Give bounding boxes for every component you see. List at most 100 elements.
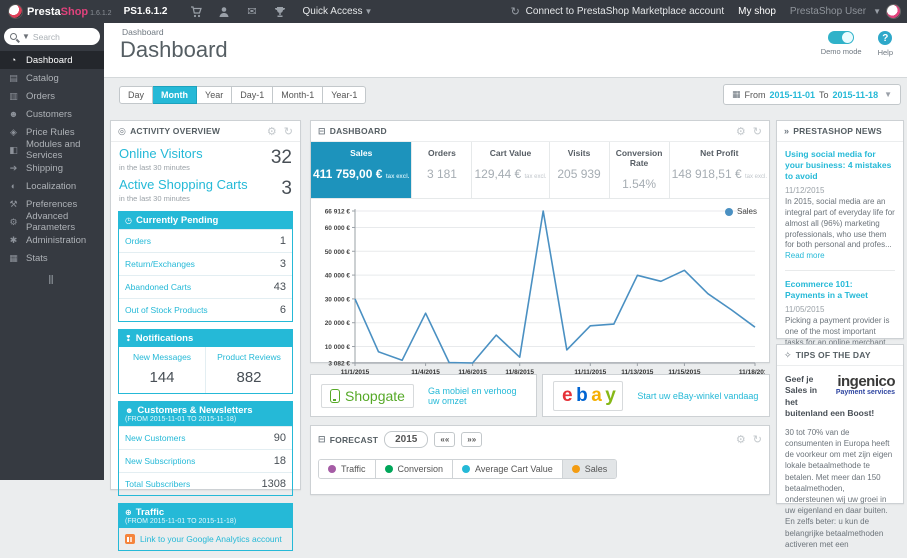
kpi-tile-cart-value[interactable]: Cart Value 129,44 € tax excl. [472, 142, 550, 198]
big-stat-link[interactable]: Online Visitors [119, 146, 203, 162]
range-button-day-1[interactable]: Day-1 [232, 86, 274, 104]
gear-icon[interactable]: ⚙ [736, 433, 746, 446]
topbar: PrestaShop 1.6.1.2 PS1.6.1.2 ✉ Quick Acce… [0, 0, 907, 23]
customers-icon: ☻ [8, 109, 19, 119]
range-button-year-1[interactable]: Year-1 [323, 86, 367, 104]
sidebar-search[interactable]: ▼ [4, 28, 100, 45]
kpi-tile-orders[interactable]: Orders 3 181 [412, 142, 473, 198]
new-messages-link[interactable]: New Messages [121, 352, 203, 362]
range-button-month-1[interactable]: Month-1 [273, 86, 324, 104]
prestashop-logo[interactable]: PrestaShop 1.6.1.2 PS1.6.1.2 [0, 4, 175, 19]
sidebar-item-orders[interactable]: ▥ Orders [0, 87, 104, 105]
forecast-metric-tabs: Traffic Conversion Average Cart Value Sales [318, 459, 618, 479]
ebay-link[interactable]: Start uw eBay-winkel vandaag [637, 391, 758, 401]
marketplace-connect-link[interactable]: ↻ Connect to PrestaShop Marketplace accou… [509, 5, 725, 18]
ebay-banner[interactable]: ebay Start uw eBay-winkel vandaag [542, 374, 770, 417]
kpi-label: Net Profit [700, 148, 739, 158]
forecast-tab-traffic[interactable]: Traffic [319, 460, 375, 478]
range-button-day[interactable]: Day [119, 86, 154, 104]
shopgate-banner[interactable]: Shopgate Ga mobiel en verhoog uw omzet [310, 374, 537, 417]
forecast-year-input[interactable]: 2015 [384, 431, 429, 448]
sidebar-item-catalog[interactable]: ▤ Catalog [0, 69, 104, 87]
envelope-icon[interactable]: ✉ [245, 5, 258, 18]
orders-icon: ▥ [9, 90, 18, 101]
globe-icon: ⊕ [125, 507, 132, 517]
sidebar-item-stats[interactable]: ▦ Stats [0, 249, 104, 267]
range-button-month[interactable]: Month [153, 86, 198, 104]
orders-value: 1 [279, 234, 286, 247]
refresh-icon[interactable]: ↻ [753, 433, 762, 446]
new-subscriptions-link[interactable]: New Subscriptions [125, 456, 195, 466]
kpi-tile-net-profit[interactable]: Net Profit 148 918,51 € tax excl. [670, 142, 769, 198]
forecast-tab-average-cart-value[interactable]: Average Cart Value [452, 460, 562, 478]
return-exchanges-link[interactable]: Return/Exchanges [125, 259, 195, 269]
refresh-icon[interactable]: ↻ [284, 125, 293, 138]
sidebar-item-localization[interactable]: ◐ Localization [0, 177, 104, 195]
abandoned-carts-link[interactable]: Abandoned Carts [125, 282, 191, 292]
article-title-link[interactable]: Using social media for your business: 4 … [785, 149, 895, 182]
new-customers-value: 90 [273, 431, 286, 444]
date-range-picker[interactable]: ▦ From 2015-11-01 To 2015-11-18 ▼ [722, 84, 901, 105]
article-title-link[interactable]: Ecommerce 101: Payments in a Tweet [785, 279, 895, 301]
toggle-icon[interactable] [828, 31, 855, 44]
person-icon[interactable] [217, 5, 230, 18]
gear-icon[interactable]: ⚙ [267, 125, 277, 138]
sidebar-item-modules-and-services[interactable]: ◧ Modules and Services [0, 139, 104, 161]
read-more-link[interactable]: Read more [785, 251, 825, 260]
sidebar-item-shipping[interactable]: ➔ Shipping [0, 159, 104, 177]
shop-version-label: PS1.6.1.2 [123, 6, 168, 17]
connect-icon: ↻ [510, 6, 520, 18]
new-customers-link[interactable]: New Customers [125, 433, 185, 443]
shopgate-link[interactable]: Ga mobiel en verhoog uw omzet [428, 386, 526, 406]
lightbulb-icon: ✧ [784, 349, 792, 360]
sidebar-item-administration[interactable]: ✱ Administration [0, 231, 104, 249]
orders-link[interactable]: Orders [125, 236, 151, 246]
sidebar-collapse-button[interactable]: ‖ [0, 273, 104, 287]
gear-icon[interactable]: ⚙ [736, 125, 746, 138]
sidebar-item-label: Preferences [26, 198, 78, 210]
rss-icon: » [784, 126, 790, 136]
sidebar-item-label: Administration [26, 234, 87, 246]
kpi-tile-conversion-rate[interactable]: Conversion Rate 1.54% [610, 142, 670, 198]
sidebar-item-label: Modules and Services [26, 139, 81, 161]
sales-chart: 66 912 € 60 000 € 50 000 € 40 000 € 30 000 €… [311, 199, 772, 386]
google-analytics-link[interactable]: Link to your Google Analytics account [140, 534, 282, 544]
my-shop-link[interactable]: My shop [738, 6, 776, 17]
search-input[interactable] [32, 31, 88, 42]
help-button[interactable]: ? Help [878, 31, 893, 57]
user-menu[interactable]: PrestaShop User ▼ [790, 4, 901, 19]
kpi-tile-sales[interactable]: Sales 411 759,00 € tax excl. [311, 142, 413, 198]
sidebar-item-label: Price Rules [26, 126, 75, 138]
total-subscribers-link[interactable]: Total Subscribers [125, 479, 190, 489]
shipping-icon: ➔ [9, 162, 18, 173]
big-stat-online-visitors: Online Visitors in the last 30 minutes 32 [111, 142, 300, 173]
shopgate-logo: Shopgate [321, 383, 414, 408]
localization-icon: ◐ [10, 181, 17, 191]
trophy-icon[interactable] [273, 5, 286, 18]
product-reviews-link[interactable]: Product Reviews [208, 352, 290, 362]
big-stat-link[interactable]: Active Shopping Carts [119, 177, 248, 193]
quick-access-menu[interactable]: Quick Access ▼ [302, 6, 372, 17]
kpi-tile-visits[interactable]: Visits 205 939 [550, 142, 610, 198]
sidebar-item-customers[interactable]: ☻ Customers [0, 105, 104, 123]
preferences-icon: ⚒ [9, 198, 18, 209]
demo-mode-toggle[interactable]: Demo mode [821, 31, 862, 57]
breadcrumb[interactable]: Dashboard [122, 27, 164, 37]
forecast-tab-conversion[interactable]: Conversion [374, 460, 453, 478]
range-button-year[interactable]: Year [197, 86, 233, 104]
previous-year-button[interactable]: «« [434, 432, 456, 447]
administration-icon: ✱ [9, 234, 18, 245]
sidebar-item-dashboard[interactable]: ◔ Dashboard [0, 51, 104, 69]
out-of-stock-products-link[interactable]: Out of Stock Products [125, 305, 208, 315]
cart-icon[interactable] [189, 5, 202, 18]
kpi-value: 411 759,00 € tax excl. [313, 167, 410, 181]
chart-legend[interactable]: Sales [724, 207, 757, 216]
prestashop-logo-icon [8, 4, 23, 19]
dashboard-panel: ⊟ DASHBOARD ⚙ ↻ Sales 411 759,00 € tax excl… [310, 120, 771, 376]
sidebar-item-advanced-parameters[interactable]: ⚙ Advanced Parameters [0, 211, 104, 233]
target-icon: ◎ [118, 125, 127, 136]
next-year-button[interactable]: »» [461, 432, 483, 447]
kpi-value: 205 939 [557, 167, 601, 181]
forecast-tab-sales[interactable]: Sales [561, 460, 617, 478]
refresh-icon[interactable]: ↻ [753, 125, 762, 138]
